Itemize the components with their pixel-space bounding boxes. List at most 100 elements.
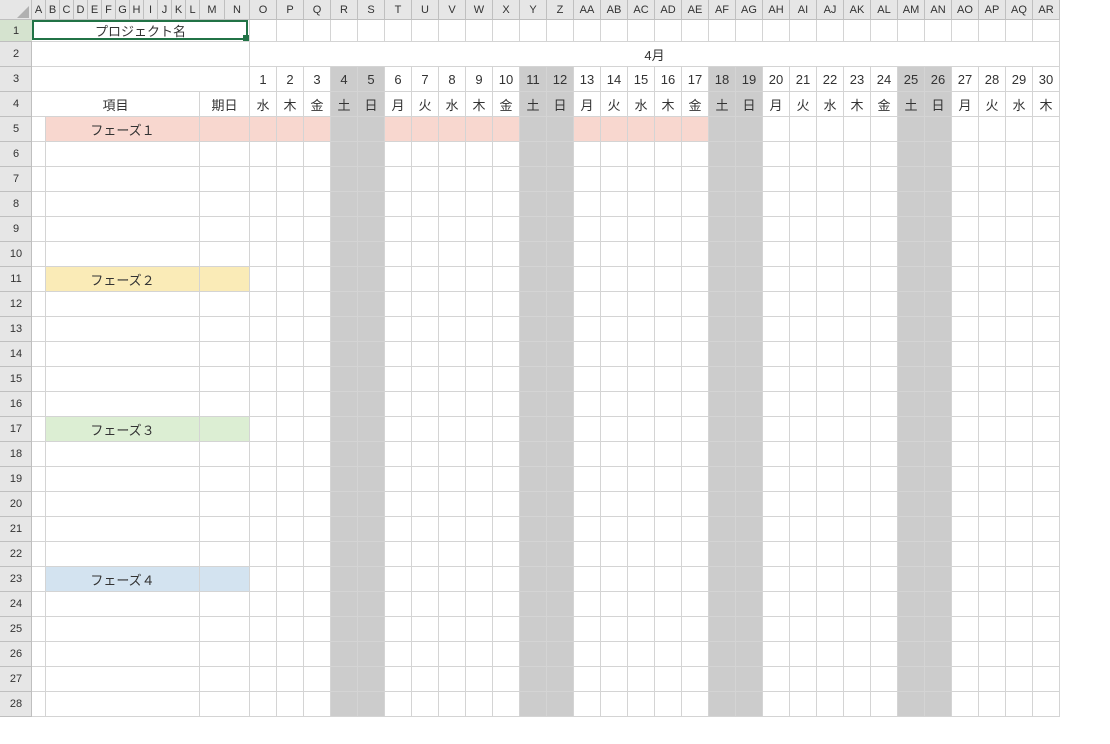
cell[interactable] [412,617,439,642]
cell[interactable] [952,567,979,592]
cell[interactable] [439,417,466,442]
cell[interactable] [385,142,412,167]
cell[interactable] [682,467,709,492]
cell[interactable] [790,292,817,317]
cell[interactable] [574,242,601,267]
cell[interactable] [412,692,439,717]
cell[interactable] [331,192,358,217]
cell[interactable] [250,20,277,42]
weekday-16[interactable]: 金 [682,92,709,117]
cell[interactable] [871,667,898,692]
cell[interactable] [709,292,736,317]
cell[interactable] [601,517,628,542]
cell[interactable] [466,517,493,542]
cell[interactable] [466,542,493,567]
cell[interactable] [493,367,520,392]
cell[interactable] [520,342,547,367]
col-header-AO[interactable]: AO [952,0,979,20]
cell[interactable] [493,442,520,467]
cell[interactable] [412,167,439,192]
cell[interactable] [898,567,925,592]
cell[interactable] [871,542,898,567]
cell[interactable] [304,317,331,342]
cell[interactable] [466,292,493,317]
weekday-13[interactable]: 火 [601,92,628,117]
cell[interactable] [790,192,817,217]
cell[interactable] [520,392,547,417]
cell[interactable] [439,492,466,517]
cell[interactable] [682,442,709,467]
cell[interactable] [709,167,736,192]
cell[interactable] [925,492,952,517]
cell[interactable] [574,642,601,667]
cell[interactable] [520,317,547,342]
weekday-29[interactable]: 木 [1033,92,1060,117]
due-cell-r13[interactable] [200,317,250,342]
cell[interactable] [601,267,628,292]
cell[interactable] [844,467,871,492]
col-header-B[interactable]: B [46,0,60,20]
cell[interactable] [979,492,1006,517]
cell[interactable] [601,117,628,142]
date-8[interactable]: 8 [439,67,466,92]
date-15[interactable]: 15 [628,67,655,92]
cell[interactable] [250,342,277,367]
cell[interactable] [493,692,520,717]
cell[interactable] [682,20,709,42]
cell[interactable] [736,667,763,692]
cell[interactable] [763,317,790,342]
cell[interactable] [277,267,304,292]
cell[interactable] [709,442,736,467]
cell[interactable] [358,592,385,617]
row-header-24[interactable]: 24 [0,592,32,617]
cell[interactable] [520,217,547,242]
cell[interactable] [898,267,925,292]
cell[interactable] [925,567,952,592]
cell[interactable] [871,642,898,667]
cell[interactable] [358,292,385,317]
weekday-14[interactable]: 水 [628,92,655,117]
cell[interactable] [601,692,628,717]
date-3[interactable]: 3 [304,67,331,92]
cell[interactable] [709,692,736,717]
cell[interactable] [358,567,385,592]
cell[interactable] [736,517,763,542]
cell[interactable] [925,592,952,617]
cell[interactable] [574,117,601,142]
cell[interactable] [574,342,601,367]
cell[interactable] [412,217,439,242]
row-header-28[interactable]: 28 [0,692,32,717]
cell[interactable] [952,592,979,617]
cell[interactable] [520,467,547,492]
cell[interactable] [709,142,736,167]
cell[interactable] [412,20,439,42]
cell[interactable] [304,592,331,617]
cell[interactable] [655,317,682,342]
item-cell-r26[interactable] [46,642,200,667]
cell[interactable] [1033,242,1060,267]
weekday-24[interactable]: 土 [898,92,925,117]
cell[interactable] [682,367,709,392]
cell[interactable] [736,617,763,642]
cell[interactable] [655,567,682,592]
cell[interactable] [790,167,817,192]
item-cell-r7[interactable] [46,167,200,192]
cell[interactable] [601,617,628,642]
cell[interactable] [250,367,277,392]
cell[interactable] [979,592,1006,617]
cell[interactable] [1006,292,1033,317]
cell[interactable] [520,292,547,317]
cell[interactable] [358,317,385,342]
col-header-AQ[interactable]: AQ [1006,0,1033,20]
cell[interactable] [1033,492,1060,517]
cell[interactable] [493,192,520,217]
cell[interactable] [547,117,574,142]
cell[interactable] [520,417,547,442]
cell[interactable] [790,117,817,142]
cell[interactable] [385,292,412,317]
col-header-AA[interactable]: AA [574,0,601,20]
date-26[interactable]: 26 [925,67,952,92]
due-cell-r16[interactable] [200,392,250,417]
weekday-2[interactable]: 金 [304,92,331,117]
cell[interactable] [817,317,844,342]
